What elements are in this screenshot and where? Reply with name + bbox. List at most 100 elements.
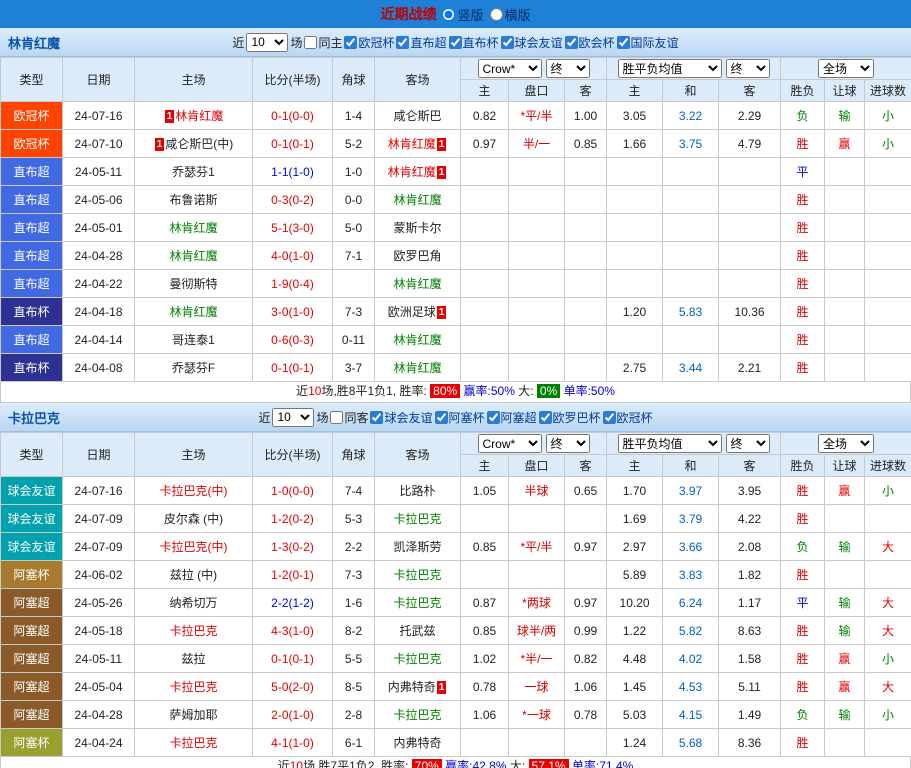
odds-time-select[interactable]: 终: [546, 434, 590, 453]
team-name[interactable]: 皮尔森 (中): [164, 512, 223, 526]
competition-filter[interactable]: 欧冠杯: [344, 34, 394, 51]
competition-checkbox[interactable]: [435, 411, 448, 424]
score[interactable]: 1-9(0-4): [271, 277, 314, 291]
team-name[interactable]: 卡拉巴克: [393, 568, 441, 582]
team-name[interactable]: 林肯红魔: [175, 109, 223, 123]
score[interactable]: 1-2(0-2): [271, 512, 314, 526]
scope-select[interactable]: 全场: [818, 59, 874, 78]
competition-filter[interactable]: 直布超: [396, 34, 446, 51]
competition-checkbox[interactable]: [487, 411, 500, 424]
score[interactable]: 5-1(3-0): [271, 221, 314, 235]
competition-filter[interactable]: 欧冠杯: [603, 409, 653, 426]
team-name[interactable]: 林肯红魔: [169, 221, 217, 235]
recent-count-select[interactable]: 10: [246, 33, 288, 52]
team-name[interactable]: 布鲁诺斯: [169, 193, 217, 207]
team-name[interactable]: 卡拉巴克(中): [160, 540, 228, 554]
competition-checkbox[interactable]: [449, 36, 462, 49]
score[interactable]: 4-3(1-0): [271, 624, 314, 638]
team-name[interactable]: 曼彻斯特: [169, 277, 217, 291]
team-name[interactable]: 兹拉 (中): [170, 568, 217, 582]
team-name[interactable]: 林肯红魔: [393, 277, 441, 291]
team-name[interactable]: 林肯红魔: [393, 193, 441, 207]
score[interactable]: 0-1(0-1): [271, 652, 314, 666]
avg-select[interactable]: 胜平负均值: [618, 434, 722, 453]
competition-checkbox[interactable]: [617, 36, 630, 49]
team-name[interactable]: 林肯红魔: [388, 165, 436, 179]
score[interactable]: 1-1(1-0): [271, 165, 314, 179]
team-name[interactable]: 卡拉巴克: [393, 512, 441, 526]
team-name[interactable]: 卡拉巴克: [393, 708, 441, 722]
team-name[interactable]: 卡拉巴克: [393, 596, 441, 610]
layout-option-horizontal[interactable]: 横版: [490, 5, 531, 24]
team-name[interactable]: 凯泽斯劳: [393, 540, 441, 554]
team-name[interactable]: 卡拉巴克: [169, 736, 217, 750]
team-name[interactable]: 纳希切万: [169, 596, 217, 610]
score[interactable]: 2-2(1-2): [271, 596, 314, 610]
team-name[interactable]: 林肯红魔: [169, 305, 217, 319]
competition-filter[interactable]: 球会友谊: [370, 409, 432, 426]
team-name[interactable]: 卡拉巴克: [393, 652, 441, 666]
score[interactable]: 0-6(0-3): [271, 333, 314, 347]
competition-filter[interactable]: 欧罗巴杯: [539, 409, 601, 426]
layout-option-vertical[interactable]: 竖版: [442, 5, 483, 24]
horizontal-layout-radio[interactable]: [490, 8, 503, 21]
score[interactable]: 1-0(0-0): [271, 484, 314, 498]
team-name[interactable]: 欧洲足球: [388, 305, 436, 319]
same-venue-checkbox[interactable]: [330, 411, 343, 424]
team-name[interactable]: 哥连泰1: [172, 333, 215, 347]
competition-checkbox[interactable]: [603, 411, 616, 424]
team-name[interactable]: 乔瑟芬1: [172, 165, 215, 179]
team-name[interactable]: 林肯红魔: [388, 137, 436, 151]
odds-time-select[interactable]: 终: [546, 59, 590, 78]
team-name[interactable]: 蒙斯卡尔: [393, 221, 441, 235]
avg-select[interactable]: 胜平负均值: [618, 59, 722, 78]
score[interactable]: 1-3(0-2): [271, 540, 314, 554]
team-name[interactable]: 萨姆加耶: [169, 708, 217, 722]
competition-checkbox[interactable]: [370, 411, 383, 424]
same-venue-checkbox[interactable]: [304, 36, 317, 49]
team-name[interactable]: 咸仑斯巴: [393, 109, 441, 123]
team-name[interactable]: 卡拉巴克: [169, 624, 217, 638]
team-name[interactable]: 林肯红魔: [393, 333, 441, 347]
team-name[interactable]: 兹拉: [181, 652, 205, 666]
team-name[interactable]: 托武兹: [399, 624, 435, 638]
bookmaker-select[interactable]: Crow*: [478, 59, 542, 78]
team-name[interactable]: 乔瑟芬F: [172, 361, 215, 375]
score[interactable]: 4-1(1-0): [271, 736, 314, 750]
team-name[interactable]: 卡拉巴克(中): [160, 484, 228, 498]
vertical-layout-radio[interactable]: [442, 8, 455, 21]
team-name[interactable]: 卡拉巴克: [169, 680, 217, 694]
competition-checkbox[interactable]: [565, 36, 578, 49]
score[interactable]: 0-1(0-0): [271, 109, 314, 123]
competition-filter[interactable]: 国际友谊: [617, 34, 679, 51]
score[interactable]: 3-0(1-0): [271, 305, 314, 319]
team-name[interactable]: 比路朴: [399, 484, 435, 498]
competition-checkbox[interactable]: [501, 36, 514, 49]
competition-filter[interactable]: 球会友谊: [501, 34, 563, 51]
score[interactable]: 4-0(1-0): [271, 249, 314, 263]
team-name[interactable]: 欧罗巴角: [393, 249, 441, 263]
team-name[interactable]: 咸仑斯巴(中): [165, 137, 233, 151]
scope-select[interactable]: 全场: [818, 434, 874, 453]
competition-checkbox[interactable]: [344, 36, 357, 49]
team-name[interactable]: 内弗特奇: [388, 680, 436, 694]
recent-count-select[interactable]: 10: [272, 408, 314, 427]
team-name[interactable]: 林肯红魔: [393, 361, 441, 375]
score[interactable]: 0-3(0-2): [271, 193, 314, 207]
score[interactable]: 0-1(0-1): [271, 137, 314, 151]
competition-filter[interactable]: 欧会杯: [565, 34, 615, 51]
score[interactable]: 0-1(0-1): [271, 361, 314, 375]
competition-checkbox[interactable]: [539, 411, 552, 424]
competition-checkbox[interactable]: [396, 36, 409, 49]
score[interactable]: 5-0(2-0): [271, 680, 314, 694]
team-name[interactable]: 林肯红魔: [169, 249, 217, 263]
competition-filter[interactable]: 阿塞杯: [435, 409, 485, 426]
avg-time-select[interactable]: 终: [726, 434, 770, 453]
same-venue-filter[interactable]: 同客: [330, 409, 368, 426]
score[interactable]: 1-2(0-1): [271, 568, 314, 582]
competition-filter[interactable]: 直布杯: [449, 34, 499, 51]
score[interactable]: 2-0(1-0): [271, 708, 314, 722]
same-venue-filter[interactable]: 同主: [304, 34, 342, 51]
bookmaker-select[interactable]: Crow*: [478, 434, 542, 453]
competition-filter[interactable]: 阿塞超: [487, 409, 537, 426]
